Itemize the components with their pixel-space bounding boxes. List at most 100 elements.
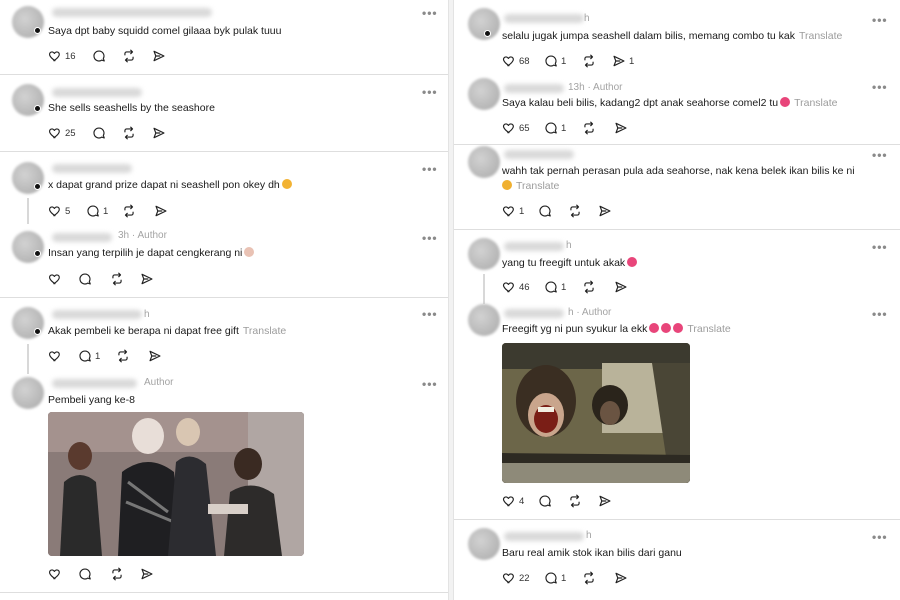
reply-button[interactable] [78,271,92,287]
follow-dot-icon [34,183,41,190]
repost-button[interactable] [568,493,582,509]
avatar[interactable] [12,231,44,263]
share-button[interactable] [614,120,628,136]
follow-dot-icon [34,328,41,335]
more-icon[interactable]: ••• [872,307,888,321]
repost-button[interactable] [116,348,130,364]
post-text: yang tu freegift untuk akak [502,256,638,270]
thread-line [27,344,29,374]
repost-icon [116,349,130,363]
share-button[interactable] [148,348,162,364]
repost-button[interactable] [122,125,136,141]
reply-button[interactable]: 1 [86,203,108,219]
more-icon[interactable]: ••• [422,85,438,99]
heart-icon [48,204,62,218]
repost-button[interactable] [122,48,136,64]
reply-count: 1 [561,55,567,67]
repost-button[interactable] [582,570,596,586]
share-button[interactable] [152,48,166,64]
more-icon[interactable]: ••• [422,231,438,245]
share-button[interactable] [598,493,612,509]
comment-icon [544,280,558,294]
repost-button[interactable] [582,120,596,136]
reply-button[interactable] [538,203,552,219]
heart-icon [48,49,62,63]
translate-link[interactable]: Translate [794,97,837,109]
more-icon[interactable]: ••• [422,307,438,321]
repost-button[interactable] [582,279,596,295]
reply-button[interactable] [92,48,106,64]
more-icon[interactable]: ••• [872,530,888,544]
follow-dot-icon [484,30,491,37]
share-button[interactable] [598,203,612,219]
avatar[interactable] [468,238,500,270]
reply-button[interactable]: 1 [544,279,566,295]
share-count: 1 [629,55,635,67]
reply-button[interactable] [538,493,552,509]
reply-button[interactable]: 1 [544,53,566,69]
reply-count: 1 [95,350,101,362]
like-button[interactable]: 1 [502,203,524,219]
emoji [673,323,684,333]
like-button[interactable]: 4 [502,493,524,509]
repost-button[interactable] [110,271,124,287]
like-button[interactable] [48,348,62,364]
more-icon[interactable]: ••• [872,13,888,27]
repost-button[interactable] [568,203,582,219]
reply-button[interactable] [78,566,92,582]
share-button[interactable] [140,271,154,287]
translate-link[interactable]: Translate [243,325,286,337]
share-button[interactable] [152,125,166,141]
comment-icon [78,272,92,286]
share-button[interactable] [140,566,154,582]
more-icon[interactable]: ••• [872,80,888,94]
like-count: 65 [519,122,530,134]
translate-link[interactable]: Translate [516,180,559,192]
more-icon[interactable]: ••• [422,377,438,391]
right-column: h ••• selalu jugak jumpa seashell dalam … [453,0,900,600]
like-button[interactable]: 16 [48,48,76,64]
thread-line [27,198,29,224]
avatar[interactable] [468,78,500,110]
like-button[interactable]: 22 [502,570,530,586]
post-text: Pembeli yang ke-8 [48,394,135,406]
post-image[interactable] [48,412,304,556]
repost-button[interactable] [122,203,136,219]
like-button[interactable]: 25 [48,125,76,141]
share-button[interactable] [614,279,628,295]
avatar[interactable] [12,377,44,409]
avatar[interactable] [468,528,500,560]
reply-count: 1 [561,572,567,584]
more-icon[interactable]: ••• [872,240,888,254]
more-icon[interactable]: ••• [422,162,438,176]
post-actions: 25 [48,125,248,141]
like-button[interactable]: 5 [48,203,70,219]
divider [0,297,448,298]
repost-icon [582,571,596,585]
reply-button[interactable] [92,125,106,141]
post-text: Baru real amik stok ikan bilis dari ganu [502,547,682,559]
avatar[interactable] [468,146,500,178]
avatar[interactable] [468,304,500,336]
repost-button[interactable] [582,53,596,69]
repost-button[interactable] [110,566,124,582]
like-button[interactable]: 65 [502,120,530,136]
more-icon[interactable]: ••• [872,148,888,162]
translate-link[interactable]: Translate [687,323,730,335]
share-button[interactable] [614,570,628,586]
like-button[interactable]: 68 [502,53,530,69]
translate-link[interactable]: Translate [799,30,842,42]
share-button[interactable] [154,203,168,219]
post-text: Insan yang terpilih je dapat cengkerang … [48,246,255,260]
like-button[interactable] [48,271,62,287]
share-icon [598,494,612,508]
like-button[interactable] [48,566,62,582]
like-button[interactable]: 46 [502,279,530,295]
post-image[interactable] [502,343,690,483]
reply-button[interactable]: 1 [78,348,100,364]
more-icon[interactable]: ••• [422,6,438,20]
share-button[interactable]: 1 [612,53,634,69]
post-meta: h [144,309,150,320]
reply-button[interactable]: 1 [544,570,566,586]
reply-button[interactable]: 1 [544,120,566,136]
